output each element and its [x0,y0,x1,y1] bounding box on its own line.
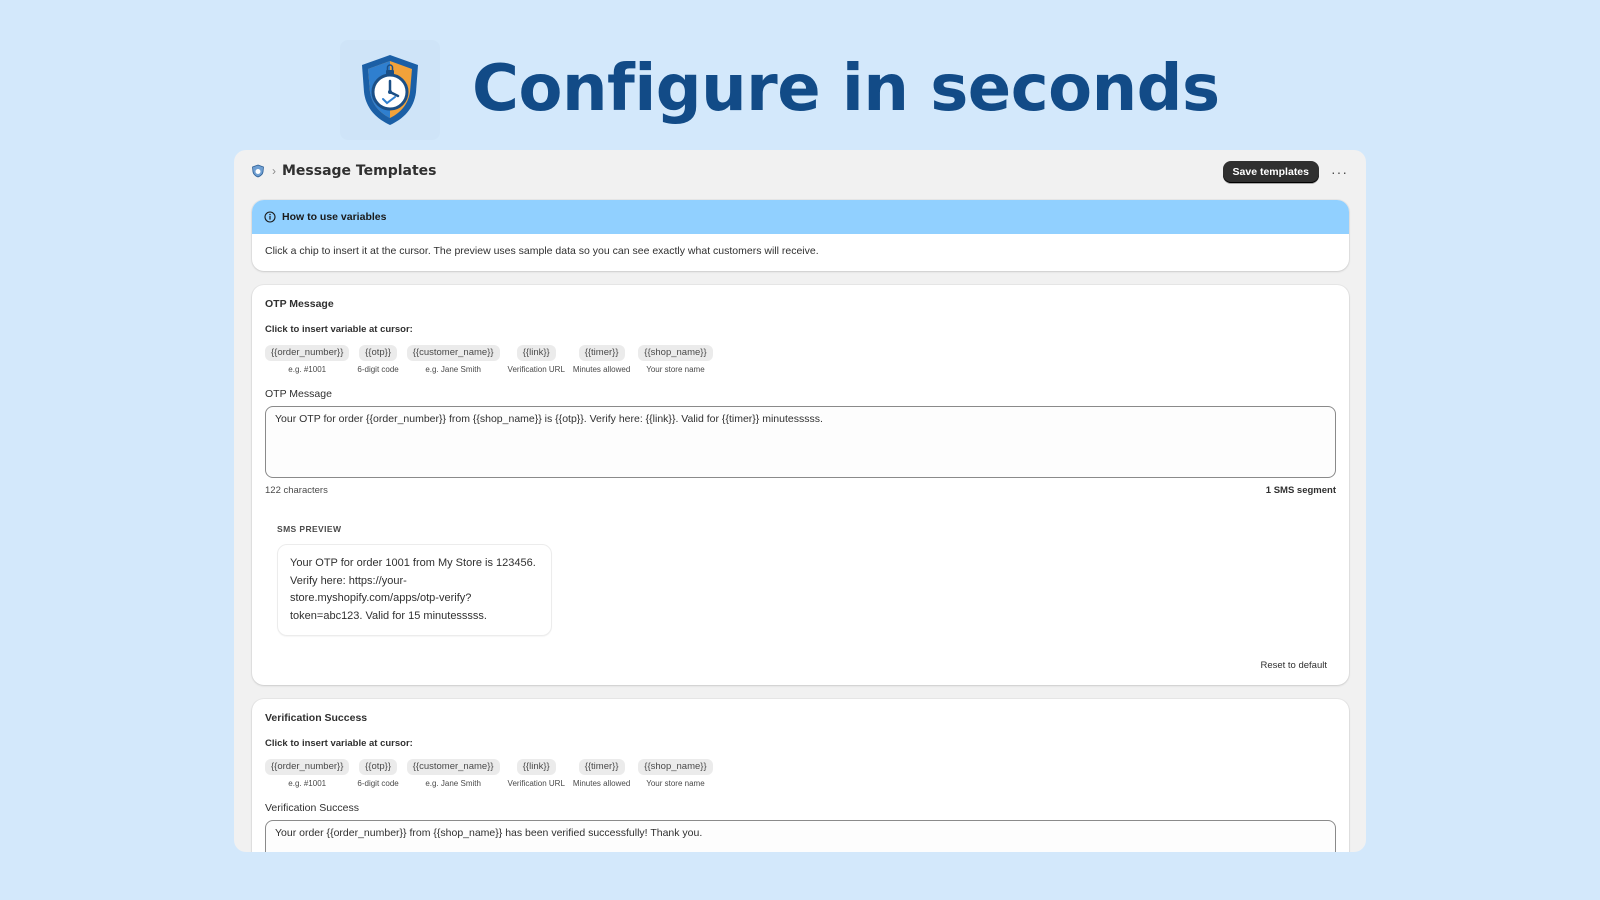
chip-customer-name[interactable]: {{customer_name}} [406,759,500,775]
chip-hint: Minutes allowed [572,779,631,788]
success-message-textarea[interactable]: Your order {{order_number}} from {{shop_… [265,820,1336,852]
section-title: Verification Success [265,712,368,724]
chip-hint: e.g. #1001 [288,365,327,374]
banner-header: How to use variables [252,200,1349,234]
chip-hint: 6-digit code [357,779,399,788]
chip-hint: e.g. Jane Smith [425,365,481,374]
variable-chip-group: {{otp}} 6-digit code [357,759,399,788]
reset-to-default-button[interactable]: Reset to default [1260,660,1327,671]
verification-success-card: Verification Success Click to insert var… [252,699,1349,852]
info-banner: How to use variables Click a chip to ins… [252,200,1349,271]
variable-chip-group: {{shop_name}} Your store name [638,345,713,374]
more-actions-icon[interactable]: ··· [1331,165,1348,179]
chip-otp[interactable]: {{otp}} [359,345,397,361]
chip-hint: e.g. #1001 [288,779,327,788]
save-templates-button[interactable]: Save templates [1222,161,1319,183]
character-count: 122 characters [265,485,328,496]
chip-timer[interactable]: {{timer}} [578,759,625,775]
chip-timer[interactable]: {{timer}} [578,345,625,361]
chip-hint: Your store name [646,365,705,374]
banner-title: How to use variables [282,211,387,223]
sms-preview-label: SMS PREVIEW [277,524,342,534]
shield-icon[interactable] [250,163,266,179]
chip-hint: e.g. Jane Smith [425,779,481,788]
breadcrumb-separator: › [272,164,276,178]
variable-chip-group: {{otp}} 6-digit code [357,345,399,374]
variable-chip-group: {{link}} Verification URL [508,759,565,788]
top-bar: › Message Templates Save templates ··· [234,150,1366,192]
chip-hint: Minutes allowed [572,365,631,374]
chip-otp[interactable]: {{otp}} [359,759,397,775]
variable-chip-group: {{order_number}} e.g. #1001 [265,759,350,788]
otp-message-textarea[interactable]: Your OTP for order {{order_number}} from… [265,406,1336,478]
chip-order-number[interactable]: {{order_number}} [265,345,350,361]
variable-chip-group: {{timer}} Minutes allowed [573,345,630,374]
topbar-actions: Save templates ··· [1222,161,1348,183]
otp-message-card: OTP Message Click to insert variable at … [252,285,1349,685]
success-field-label: Verification Success [265,802,359,814]
chip-order-number[interactable]: {{order_number}} [265,759,350,775]
chip-shop-name[interactable]: {{shop_name}} [638,345,713,361]
chip-customer-name[interactable]: {{customer_name}} [406,345,500,361]
sms-segment-count: 1 SMS segment [1265,485,1336,496]
shield-clock-icon [340,40,440,140]
variable-chip-group: {{shop_name}} Your store name [638,759,713,788]
variable-chip-group: {{order_number}} e.g. #1001 [265,345,350,374]
page-title: Message Templates [282,163,437,179]
variable-chip-group: {{customer_name}} e.g. Jane Smith [406,345,500,374]
variable-chip-group: {{timer}} Minutes allowed [573,759,630,788]
chip-link[interactable]: {{link}} [516,345,556,361]
message-meta: 122 characters 1 SMS segment [265,485,1336,496]
insert-variable-label: Click to insert variable at cursor: [265,738,413,749]
chip-hint: Verification URL [507,779,565,788]
chip-shop-name[interactable]: {{shop_name}} [638,759,713,775]
chip-link[interactable]: {{link}} [516,759,556,775]
sms-preview-bubble: Your OTP for order 1001 from My Store is… [277,544,552,636]
hero-title: Configure in seconds [472,52,1220,126]
otp-field-label: OTP Message [265,388,332,400]
insert-variable-label: Click to insert variable at cursor: [265,324,413,335]
banner-body: Click a chip to insert it at the cursor.… [265,245,819,257]
hero-header: Configure in seconds [0,0,1600,150]
variable-chip-group: {{customer_name}} e.g. Jane Smith [406,759,500,788]
chip-hint: Your store name [646,779,705,788]
app-window: › Message Templates Save templates ··· H… [234,150,1366,852]
info-icon [264,211,276,223]
chip-hint: 6-digit code [357,365,399,374]
section-title: OTP Message [265,298,334,310]
variable-chips: {{order_number}} e.g. #1001 {{otp}} 6-di… [265,759,1336,788]
variable-chips: {{order_number}} e.g. #1001 {{otp}} 6-di… [265,345,1336,374]
variable-chip-group: {{link}} Verification URL [508,345,565,374]
chip-hint: Verification URL [507,365,565,374]
